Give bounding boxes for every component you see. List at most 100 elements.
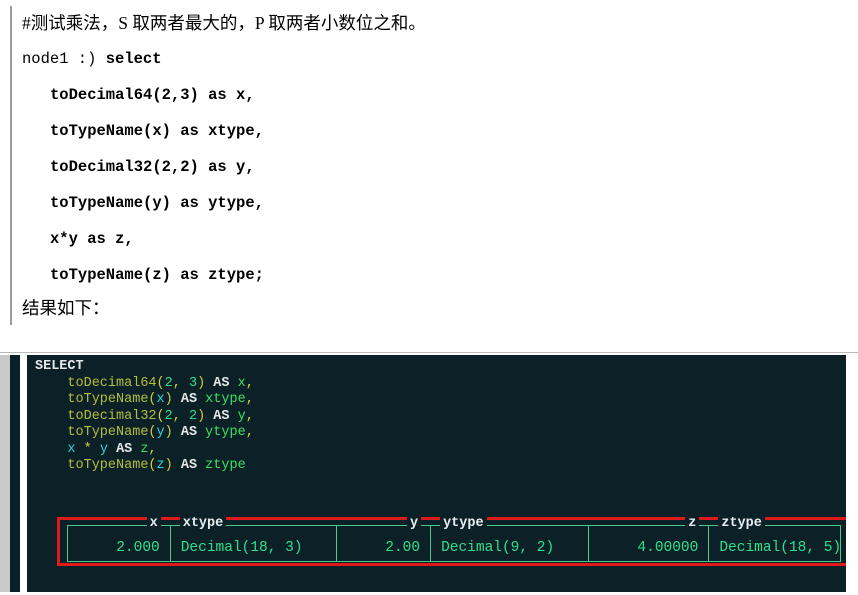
result-column-header: ztype	[718, 516, 765, 532]
document-code-line: toTypeName(x) as xtype,	[22, 113, 858, 149]
sql-token-punc	[173, 392, 181, 407]
select-keyword: SELECT	[35, 359, 84, 374]
document-content: #测试乘法，S 取两者最大的，P 取两者小数位之和。 node1 :) sele…	[22, 8, 858, 326]
sql-token-kw: AS	[180, 392, 198, 407]
code-text: toDecimal32(2,2) as y,	[50, 158, 255, 176]
result-column-header: xtype	[179, 516, 227, 532]
sql-token-fn: toTypeName	[67, 425, 149, 440]
sql-indent	[35, 392, 67, 407]
result-column: xtype Decimal(18, 3)	[171, 516, 338, 561]
sql-token-ident: y	[99, 441, 108, 457]
document-code-line: toTypeName(y) as ytype,	[22, 185, 858, 221]
result-table: x 2.000 xtype Decimal(18, 3) y 2.00 ytype Decim…	[67, 516, 842, 562]
sql-indent	[35, 442, 67, 457]
result-cell: 4.00000	[637, 540, 699, 556]
prompt-keyword: select	[105, 50, 162, 68]
result-column-header: z	[685, 516, 700, 532]
sql-token-punc: (	[156, 408, 165, 424]
sql-token-kw: AS	[180, 425, 198, 440]
sql-line: toTypeName(x) AS xtype,	[27, 392, 846, 409]
sql-token-ident: z	[156, 458, 165, 473]
sql-statement-lines: toDecimal64(2, 3) AS x, toTypeName(x) AS…	[27, 376, 846, 475]
terminal-left-gutter	[20, 355, 27, 592]
result-caption: 结果如下：	[22, 298, 110, 318]
sql-token-punc	[76, 442, 84, 457]
sql-line: toTypeName(y) AS ytype,	[27, 425, 846, 442]
terminal-body: SELECT toDecimal64(2, 3) AS x, toTypeNam…	[27, 355, 846, 592]
sql-token-comma: ,	[245, 375, 254, 391]
result-column-header: y	[406, 516, 422, 532]
sql-token-fn: toDecimal32	[67, 408, 157, 424]
result-cell: Decimal(9, 2)	[441, 540, 555, 556]
sql-line: toTypeName(z) AS ztype	[27, 458, 846, 475]
sql-token-comma: ,	[245, 392, 254, 407]
sql-token-punc: )	[197, 375, 206, 391]
sql-token-punc: )	[164, 425, 173, 440]
sql-indent	[35, 458, 67, 473]
sql-line: x * y AS z,	[27, 442, 846, 459]
comment-line: #测试乘法，S 取两者最大的，P 取两者小数位之和。	[22, 13, 426, 33]
result-cell: Decimal(18, 5)	[719, 540, 842, 556]
sql-token-punc: (	[148, 458, 157, 473]
sql-indent	[35, 425, 67, 440]
result-cell: 2.000	[116, 540, 160, 556]
sql-token-fn: toTypeName	[67, 392, 149, 407]
sql-token-num: 3	[188, 375, 198, 391]
sql-token-fn: toDecimal64	[67, 375, 157, 391]
result-column: ytype Decimal(9, 2)	[431, 516, 589, 561]
sql-token-alias: ytype	[205, 425, 246, 440]
document-blockquote: #测试乘法，S 取两者最大的，P 取两者小数位之和。 node1 :) sele…	[0, 0, 858, 337]
code-text: toTypeName(y) as ytype,	[50, 194, 264, 212]
sql-token-punc: (	[156, 375, 165, 391]
sql-line: toDecimal32(2, 2) AS y,	[27, 409, 846, 426]
sql-token-fn: toTypeName	[67, 458, 149, 473]
sql-token-alias: y	[237, 408, 246, 424]
sql-token-ident: y	[156, 425, 165, 440]
sql-select-keyword: SELECT	[27, 359, 846, 376]
sql-token-kw: AS	[116, 441, 133, 457]
sql-token-kw: AS	[213, 408, 230, 424]
result-column: z 4.00000	[589, 516, 710, 561]
sql-token-punc	[197, 458, 205, 473]
code-text: toTypeName(x) as xtype,	[50, 122, 264, 140]
document-code-line: x*y as z,	[22, 221, 858, 257]
sql-token-comma: ,	[148, 441, 157, 457]
sql-token-alias: x	[237, 375, 246, 391]
sql-indent	[35, 376, 67, 391]
prompt-text: node1 :)	[22, 50, 106, 68]
sql-token-num: 2	[164, 375, 173, 391]
sql-token-ident: x	[156, 392, 165, 407]
result-cell: Decimal(18, 3)	[180, 540, 303, 556]
sql-token-punc	[108, 442, 116, 457]
document-code-line: toTypeName(z) as ztype;	[22, 257, 858, 293]
code-text: toTypeName(z) as ztype;	[50, 266, 264, 284]
sql-token-op: *	[83, 441, 92, 457]
result-column-header: ytype	[440, 516, 487, 532]
sql-token-punc: )	[197, 408, 206, 424]
sql-token-comma: ,	[245, 425, 254, 440]
terminal-frame: SELECT toDecimal64(2, 3) AS x, toTypeNam…	[0, 355, 846, 592]
result-column-header: x	[146, 516, 161, 532]
sql-token-kw: AS	[180, 458, 198, 473]
sql-token-punc	[229, 409, 237, 424]
terminal-screenshot: SELECT toDecimal64(2, 3) AS x, toTypeNam…	[0, 352, 858, 595]
document-code-line: toDecimal64(2,3) as x,	[22, 77, 858, 113]
sql-token-punc: )	[164, 392, 173, 407]
sql-token-alias: ztype	[205, 458, 246, 473]
sql-token-num: 2	[164, 408, 173, 424]
result-cell: 2.00	[385, 540, 421, 556]
result-column: ztype Decimal(18, 5)	[709, 516, 842, 561]
result-column: y 2.00	[337, 516, 432, 561]
prompt-line: node1 :) select	[22, 41, 858, 77]
sql-token-punc	[197, 425, 205, 440]
result-highlight-box: x 2.000 xtype Decimal(18, 3) y 2.00 ytype Decim…	[57, 516, 846, 566]
sql-token-punc	[229, 376, 237, 391]
blockquote-vertical-rule	[10, 6, 12, 325]
sql-token-punc	[173, 458, 181, 473]
sql-token-punc	[92, 442, 100, 457]
sql-token-punc: )	[164, 458, 173, 473]
document-code-lines: toDecimal64(2,3) as x, toTypeName(x) as x…	[22, 77, 858, 293]
document-code-line: toDecimal32(2,2) as y,	[22, 149, 858, 185]
sql-line: toDecimal64(2, 3) AS x,	[27, 376, 846, 393]
sql-token-alias: xtype	[205, 392, 246, 407]
